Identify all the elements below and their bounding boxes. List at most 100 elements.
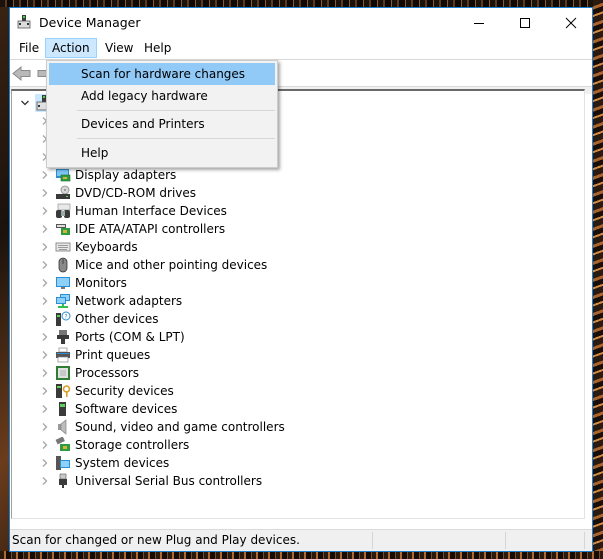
tree-item-label: Keyboards	[75, 240, 138, 254]
expand-chevron-icon[interactable]	[39, 475, 51, 487]
expand-chevron-icon[interactable]	[39, 241, 51, 253]
printer-icon	[56, 347, 70, 363]
tree-item-label: Other devices	[75, 312, 159, 326]
tree-item-label: Ports (COM & LPT)	[75, 330, 185, 344]
mouse-icon	[58, 257, 68, 273]
expand-chevron-icon[interactable]	[39, 277, 51, 289]
tree-item[interactable]: Sound, video and game controllers	[12, 418, 584, 436]
tree-item[interactable]: Ports (COM & LPT)	[12, 328, 584, 346]
menu-item-help[interactable]: Help	[49, 142, 275, 164]
tree-item[interactable]: Processors	[12, 364, 584, 382]
tree-item-label: Monitors	[75, 276, 127, 290]
tree-item[interactable]: ? Other devices	[12, 310, 584, 328]
tree-item[interactable]: Display adapters	[12, 166, 584, 184]
menu-bar: File Action View Help	[10, 38, 592, 58]
expand-chevron-icon[interactable]	[39, 421, 51, 433]
menu-separator	[77, 110, 275, 111]
tree-item[interactable]: Keyboards	[12, 238, 584, 256]
expand-chevron-icon[interactable]	[39, 349, 51, 361]
expand-chevron-icon[interactable]	[39, 295, 51, 307]
menu-item-scan-for-hardware-changes[interactable]: Scan for hardware changes	[49, 63, 275, 85]
expand-chevron-icon[interactable]	[39, 187, 51, 199]
tree-item[interactable]: DVD/CD-ROM drives	[12, 184, 584, 202]
minimize-icon	[474, 23, 484, 24]
tree-item-label: Security devices	[75, 384, 174, 398]
back-arrow-icon	[12, 65, 31, 82]
collapse-chevron-icon[interactable]	[19, 97, 31, 109]
tree-item-label: Human Interface Devices	[75, 204, 227, 218]
desktop-wallpaper-top	[0, 0, 603, 7]
speaker-icon	[58, 419, 67, 435]
software-device-icon	[59, 402, 66, 416]
port-icon	[57, 330, 69, 344]
desktop-wallpaper-right	[593, 0, 603, 559]
processor-icon	[56, 366, 70, 380]
status-divider	[372, 532, 373, 549]
tree-item[interactable]: IDE ATA/ATAPI controllers	[12, 220, 584, 238]
expand-chevron-icon[interactable]	[39, 403, 51, 415]
tree-item-label: Mice and other pointing devices	[75, 258, 268, 272]
tree-item-label: Processors	[75, 366, 140, 380]
tree-item-label: Display adapters	[75, 168, 177, 182]
window-title: Device Manager	[39, 15, 141, 30]
status-bar: Scan for changed or new Plug and Play de…	[10, 529, 592, 551]
expand-chevron-icon[interactable]	[39, 223, 51, 235]
menu-item-add-legacy-hardware[interactable]: Add legacy hardware	[49, 85, 275, 107]
tree-item[interactable]: Software devices	[12, 400, 584, 418]
tree-item[interactable]: Mice and other pointing devices	[12, 256, 584, 274]
expand-chevron-icon[interactable]	[39, 439, 51, 451]
tree-item[interactable]: Security devices	[12, 382, 584, 400]
minimize-button[interactable]	[456, 8, 502, 38]
title-bar[interactable]: Device Manager	[10, 8, 592, 38]
monitor-icon	[56, 277, 70, 289]
expand-chevron-icon[interactable]	[39, 313, 51, 325]
tree-item-label: DVD/CD-ROM drives	[75, 186, 197, 200]
tree-item[interactable]: Storage controllers	[12, 436, 584, 454]
tree-item-label: Sound, video and game controllers	[75, 420, 285, 434]
usb-icon	[59, 473, 67, 488]
network-adapter-icon	[56, 294, 70, 308]
keyboard-icon	[55, 242, 71, 252]
close-button[interactable]	[548, 8, 594, 38]
tree-item[interactable]: Universal Serial Bus controllers	[12, 472, 584, 490]
tree-item-label: Print queues	[75, 348, 151, 362]
tree-item-label: IDE ATA/ATAPI controllers	[75, 222, 226, 236]
action-menu-dropdown: Scan for hardware changes Add legacy har…	[46, 60, 278, 168]
tree-item[interactable]: Human Interface Devices	[12, 202, 584, 220]
back-button[interactable]	[12, 65, 32, 82]
tree-item-label: Storage controllers	[75, 438, 190, 452]
expand-chevron-icon[interactable]	[39, 331, 51, 343]
menu-separator	[77, 138, 275, 139]
tree-item[interactable]: Monitors	[12, 274, 584, 292]
menu-view[interactable]: View	[98, 38, 140, 58]
display-adapter-icon	[56, 169, 71, 182]
dvd-drive-icon	[56, 185, 70, 199]
menu-file[interactable]: File	[12, 38, 46, 58]
tree-item-label: Network adapters	[75, 294, 183, 308]
tree-item-label: Universal Serial Bus controllers	[75, 474, 263, 488]
close-icon	[565, 17, 577, 29]
expand-chevron-icon[interactable]	[39, 367, 51, 379]
menu-help[interactable]: Help	[137, 38, 178, 58]
menu-action[interactable]: Action	[45, 38, 97, 58]
system-devices-icon	[56, 456, 70, 470]
menu-item-devices-and-printers[interactable]: Devices and Printers	[49, 113, 275, 135]
expand-chevron-icon[interactable]	[39, 385, 51, 397]
maximize-icon	[520, 18, 530, 28]
desktop-wallpaper-bottom	[0, 551, 603, 559]
tree-item[interactable]: Print queues	[12, 346, 584, 364]
security-device-icon	[56, 384, 71, 398]
maximize-button[interactable]	[502, 8, 548, 38]
status-divider	[584, 532, 585, 549]
tree-item[interactable]: System devices	[12, 454, 584, 472]
tree-item[interactable]: Network adapters	[12, 292, 584, 310]
svg-text:?: ?	[64, 314, 67, 321]
storage-controller-icon	[55, 437, 70, 451]
expand-chevron-icon[interactable]	[39, 205, 51, 217]
hid-icon	[56, 203, 71, 218]
status-text: Scan for changed or new Plug and Play de…	[12, 533, 300, 547]
expand-chevron-icon[interactable]	[39, 259, 51, 271]
expand-chevron-icon[interactable]	[39, 457, 51, 469]
device-manager-app-icon	[17, 15, 31, 29]
expand-chevron-icon[interactable]	[39, 169, 51, 181]
